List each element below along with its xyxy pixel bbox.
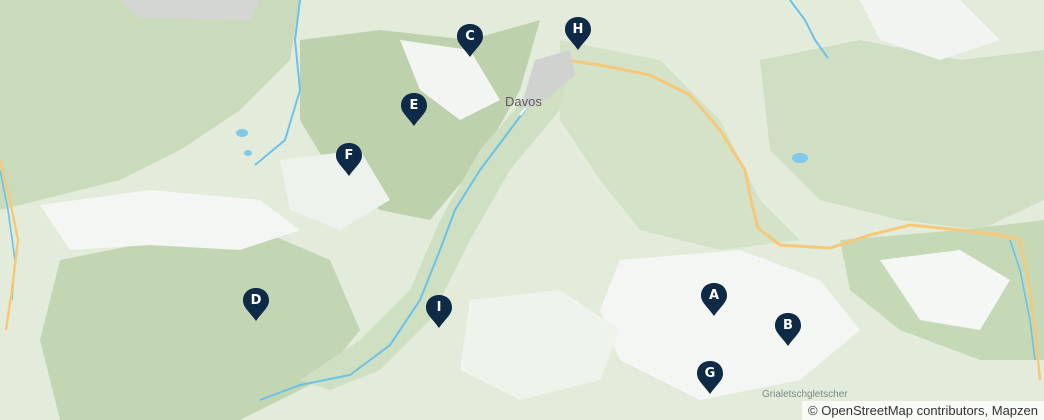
map-marker-h[interactable]: H (564, 17, 592, 51)
map-marker-d[interactable]: D (242, 288, 270, 322)
map-attribution[interactable]: © OpenStreetMap contributors, Mapzen (802, 401, 1044, 420)
marker-label: E (409, 98, 419, 113)
marker-label: H (572, 22, 584, 37)
town-label-davos: Davos (505, 94, 542, 109)
map-marker-a[interactable]: A (700, 283, 728, 317)
marker-label: G (704, 366, 716, 381)
map-marker-f[interactable]: F (335, 143, 363, 177)
map-marker-c[interactable]: C (456, 24, 484, 58)
map-marker-b[interactable]: B (774, 313, 802, 347)
marker-label: F (344, 148, 354, 163)
marker-label: I (436, 300, 442, 315)
glacier-label: Grialetschgletscher (762, 389, 848, 400)
map-marker-g[interactable]: G (696, 361, 724, 395)
map-marker-i[interactable]: I (425, 295, 453, 329)
marker-label: B (783, 318, 793, 333)
map-marker-e[interactable]: E (400, 93, 428, 127)
terrain-layer (0, 0, 1044, 420)
marker-label: D (250, 293, 262, 308)
map[interactable]: Davos Grialetschgletscher A B C D E F G … (0, 0, 1044, 420)
marker-label: A (708, 288, 720, 303)
marker-label: C (465, 29, 475, 44)
